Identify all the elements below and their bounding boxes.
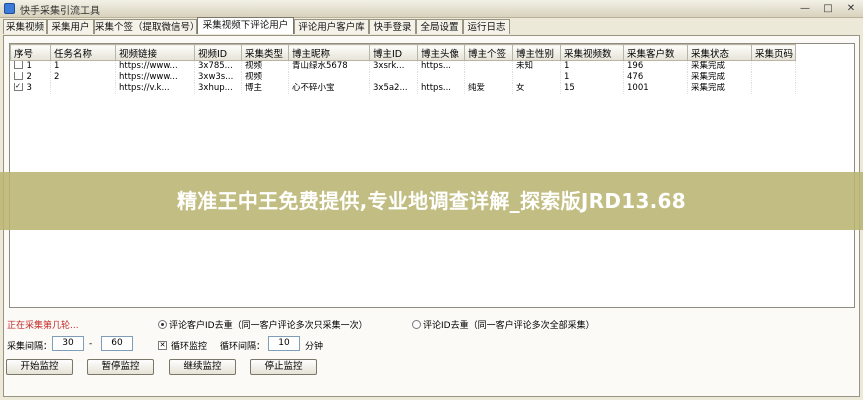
column-header[interactable]: 博主ID — [369, 44, 418, 61]
table-row[interactable]: 2 2 https://www... 3xw3s... 视频 1 476 采集完… — [10, 72, 796, 83]
table-header: 序号 任务名称 视频链接 视频ID 采集类型 博主昵称 博主ID 博主头像 博主… — [10, 44, 796, 61]
column-header[interactable]: 序号 — [10, 44, 51, 61]
tab-collect-signatures[interactable]: 采集个签（提取微信号） — [94, 19, 197, 34]
column-header[interactable]: 博主个签 — [464, 44, 513, 61]
table-cell: 1 — [50, 60, 116, 72]
tab-video-commenters[interactable]: 采集视频下评论用户 — [197, 17, 294, 34]
row-index-cell: 1 — [10, 60, 51, 72]
tab-commenter-library[interactable]: 评论用户客户库 — [294, 19, 369, 34]
dedupe-customer-option[interactable]: 评论客户ID去重（同一客户评论多次只采集一次） — [158, 318, 368, 331]
table-cell: 未知 — [512, 60, 561, 72]
loop-monitor-check-icon[interactable]: ✕ — [158, 341, 167, 350]
start-monitor-button[interactable]: 开始监控 — [6, 359, 73, 375]
app-icon — [4, 3, 15, 14]
table-cell: 博主 — [241, 83, 289, 94]
column-header[interactable]: 博主昵称 — [288, 44, 370, 61]
table-cell — [464, 60, 513, 72]
table-cell: https... — [417, 83, 465, 94]
column-header[interactable]: 视频链接 — [115, 44, 195, 61]
tab-run-log[interactable]: 运行日志 — [463, 19, 510, 34]
table-cell: 青山绿水5678 — [288, 60, 370, 72]
dedupe-comment-option[interactable]: 评论ID去重（同一客户评论多次全部采集） — [412, 318, 595, 331]
table-cell: 476 — [623, 72, 688, 83]
table-cell: 3xhup... — [194, 83, 242, 94]
tab-global-settings[interactable]: 全局设置 — [416, 19, 463, 34]
table-cell: https://www... — [115, 72, 195, 83]
row-checkbox[interactable] — [13, 72, 23, 80]
minutes-label: 分钟 — [305, 342, 324, 352]
loop-interval-label: 循环间隔： — [220, 342, 266, 352]
table-cell: 采集完成 — [687, 83, 752, 94]
loop-monitor-checkbox[interactable]: ✕ 循环监控 — [158, 339, 207, 352]
table-cell — [512, 72, 561, 83]
overlay-banner: 精准王中王免费提供,专业地调查详解_探索版JRD13.68 — [0, 172, 863, 230]
table-cell — [464, 72, 513, 83]
column-header[interactable]: 视频ID — [194, 44, 242, 61]
interval-min-input[interactable]: 30 — [52, 336, 84, 351]
column-header[interactable]: 任务名称 — [50, 44, 116, 61]
table-cell — [751, 83, 796, 94]
table-cell: 视频 — [241, 72, 289, 83]
interval-label: 采集间隔： — [7, 342, 53, 352]
table-cell: 1001 — [623, 83, 688, 94]
interval-dash: - — [89, 339, 93, 349]
tab-kuaishou-login[interactable]: 快手登录 — [369, 19, 416, 34]
status-text: 正在采集第几轮... — [7, 321, 79, 331]
column-header[interactable]: 采集客户数 — [623, 44, 688, 61]
table-cell — [417, 72, 465, 83]
dedupe-customer-label: 评论客户ID去重（同一客户评论多次只采集一次） — [169, 321, 368, 331]
loop-interval-input[interactable]: 10 — [268, 336, 300, 351]
table-cell: https://www... — [115, 60, 195, 72]
table-cell: 采集完成 — [687, 72, 752, 83]
table-cell: 3x5a2... — [369, 83, 418, 94]
stop-monitor-button[interactable]: 停止监控 — [250, 359, 317, 375]
column-header[interactable]: 采集视频数 — [560, 44, 624, 61]
table-cell: 2 — [50, 72, 116, 83]
table-cell: 采集完成 — [687, 60, 752, 72]
table-cell: 3xsrk... — [369, 60, 418, 72]
table-cell: 1 — [560, 60, 624, 72]
table-cell — [751, 60, 796, 72]
resume-monitor-button[interactable]: 继续监控 — [169, 359, 236, 375]
table-cell: 心不碎小宝 — [288, 83, 370, 94]
row-index-cell: 2 — [10, 72, 51, 83]
column-header[interactable]: 博主头像 — [417, 44, 465, 61]
column-header[interactable]: 采集页码 — [751, 44, 796, 61]
column-header[interactable]: 博主性别 — [512, 44, 561, 61]
table-cell: 15 — [560, 83, 624, 94]
radio-selected-icon[interactable] — [158, 320, 167, 329]
title-bar: 快手采集引流工具 — □ ✕ — [0, 0, 863, 18]
column-header[interactable]: 采集状态 — [687, 44, 752, 61]
column-header[interactable]: 采集类型 — [241, 44, 289, 61]
loop-monitor-label: 循环监控 — [171, 342, 208, 352]
window-title: 快手采集引流工具 — [20, 6, 100, 17]
table-cell: 视频 — [241, 60, 289, 72]
overlay-banner-text: 精准王中王免费提供,专业地调查详解_探索版JRD13.68 — [176, 189, 686, 213]
table-cell: 3x785... — [194, 60, 242, 72]
radio-icon[interactable] — [412, 320, 421, 329]
table-cell: https... — [417, 60, 465, 72]
interval-max-input[interactable]: 60 — [101, 336, 133, 351]
tab-collect-users[interactable]: 采集用户 — [47, 19, 94, 34]
table-row[interactable]: 1 1 https://www... 3x785... 视频 青山绿水5678 … — [10, 60, 796, 72]
table-cell — [50, 83, 116, 94]
close-button[interactable]: ✕ — [838, 1, 863, 16]
table-cell: https://v.k... — [115, 83, 195, 94]
pause-monitor-button[interactable]: 暂停监控 — [87, 359, 154, 375]
table-cell — [751, 72, 796, 83]
table-cell: 纯爱 — [464, 83, 513, 94]
table-cell: 1 — [560, 72, 624, 83]
row-checkbox[interactable] — [13, 60, 23, 69]
table-cell — [369, 72, 418, 83]
dedupe-comment-label: 评论ID去重（同一客户评论多次全部采集） — [423, 321, 595, 331]
table-cell — [288, 72, 370, 83]
table-cell: 3xw3s... — [194, 72, 242, 83]
table-cell: 196 — [623, 60, 688, 72]
row-checkbox-checked[interactable]: ✓ — [13, 83, 23, 91]
tab-collect-videos[interactable]: 采集视频 — [3, 19, 47, 34]
row-index-cell: ✓ 3 — [10, 83, 51, 94]
table-row[interactable]: ✓ 3 https://v.k... 3xhup... 博主 心不碎小宝 3x5a… — [10, 83, 796, 94]
table-cell: 女 — [512, 83, 561, 94]
